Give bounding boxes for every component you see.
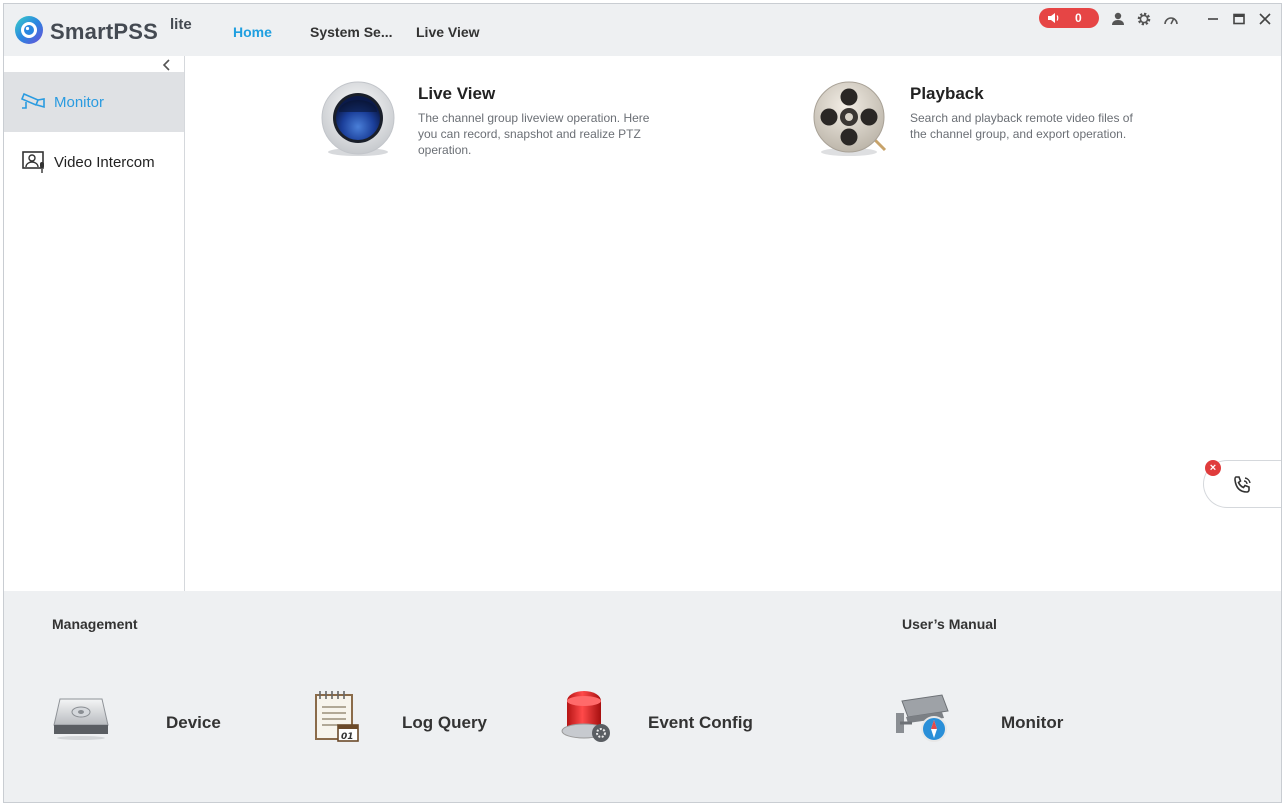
- close-call-widget-icon[interactable]: ×: [1205, 460, 1221, 476]
- sidebar-item-monitor[interactable]: Monitor: [4, 72, 184, 132]
- alarm-button[interactable]: 0: [1039, 8, 1099, 28]
- device-icon: [53, 698, 109, 740]
- log-query-label: Log Query: [402, 713, 488, 732]
- playback-description: Search and playback remote video files o…: [910, 111, 1133, 141]
- management-title: Management: [52, 616, 138, 632]
- main-content: Live View The channel group liveview ope…: [185, 56, 1281, 591]
- phone-ringing-icon: [1234, 476, 1251, 493]
- live-view-lens-icon: [321, 81, 395, 156]
- video-intercom-icon: [22, 151, 44, 173]
- monitor-camera-icon: [20, 92, 45, 109]
- sidebar-item-label: Video Intercom: [54, 154, 155, 171]
- event-config-tool[interactable]: Event Config: [559, 681, 769, 751]
- chevron-left-icon[interactable]: [160, 58, 174, 72]
- event-config-label: Event Config: [648, 713, 753, 732]
- close-icon[interactable]: [1257, 11, 1273, 27]
- monitor-manual-tool[interactable]: Monitor: [894, 681, 1084, 751]
- monitor-manual-label: Monitor: [1001, 713, 1064, 732]
- bottom-panel: Management User’s Manual Device 01 Log Q…: [4, 591, 1281, 802]
- speaker-icon: [1048, 13, 1059, 23]
- device-label: Device: [166, 713, 221, 732]
- sidebar-item-label: Monitor: [54, 94, 105, 111]
- sidebar: Monitor Video Intercom: [4, 56, 185, 591]
- svg-text:01: 01: [341, 732, 354, 742]
- alarm-light-icon: [561, 691, 610, 742]
- film-reel-icon: [813, 81, 887, 156]
- alarm-count: 0: [1075, 11, 1082, 25]
- title-bar: SmartPSS lite Home System Se... Live Vie…: [4, 4, 1281, 56]
- live-view-title: Live View: [418, 84, 496, 103]
- playback-title: Playback: [910, 84, 984, 103]
- app-brand-edition: lite: [170, 16, 192, 33]
- tab-system-settings[interactable]: System Se...: [310, 24, 393, 40]
- app-brand: SmartPSS: [50, 19, 158, 44]
- camera-compass-icon: [896, 694, 949, 742]
- device-tool[interactable]: Device: [52, 681, 242, 751]
- users-manual-title: User’s Manual: [902, 616, 997, 632]
- smartpss-logo-icon: [15, 16, 43, 44]
- gear-icon[interactable]: [1136, 11, 1152, 27]
- minimize-icon[interactable]: [1205, 11, 1221, 27]
- live-view-description: The channel group liveview operation. He…: [418, 111, 650, 157]
- log-query-tool[interactable]: 01 Log Query: [310, 681, 510, 751]
- maximize-icon[interactable]: [1231, 11, 1247, 27]
- sidebar-item-video-intercom[interactable]: Video Intercom: [4, 132, 184, 192]
- user-icon[interactable]: [1110, 11, 1126, 27]
- tab-live-view[interactable]: Live View: [416, 24, 480, 40]
- gauge-icon[interactable]: [1163, 11, 1179, 27]
- app-window: SmartPSS lite Home System Se... Live Vie…: [3, 3, 1282, 803]
- log-query-icon: 01: [315, 691, 359, 742]
- tab-home[interactable]: Home: [233, 24, 272, 40]
